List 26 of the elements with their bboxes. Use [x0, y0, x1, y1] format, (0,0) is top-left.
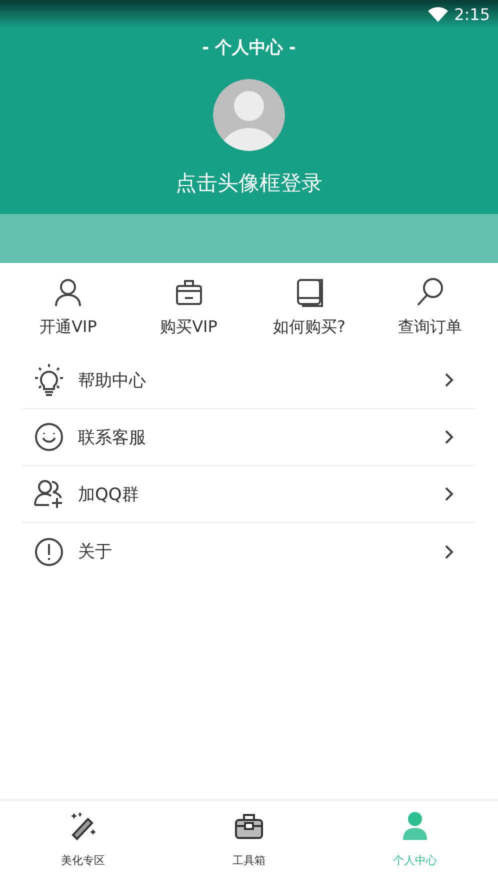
wifi-icon — [428, 6, 448, 22]
book-icon — [294, 277, 324, 307]
chevron-icon — [444, 372, 454, 388]
menu-item[interactable]: 帮助中心 — [22, 352, 476, 409]
nav-tab[interactable]: 工具箱 — [166, 801, 332, 885]
page-title: - 个人中心 - — [202, 37, 296, 59]
menu-item[interactable]: 关于 — [22, 523, 476, 580]
quick-action[interactable]: 开通VIP — [13, 277, 124, 338]
quick-action[interactable]: 购买VIP — [134, 277, 244, 338]
person-icon — [53, 277, 84, 307]
toolbox-icon[interactable] — [234, 811, 264, 841]
quick-action[interactable]: 如何购买? — [254, 277, 364, 338]
nav-tab[interactable]: 美化专区 — [0, 801, 166, 885]
add-group-icon — [34, 479, 64, 509]
chevron-icon — [444, 429, 454, 445]
info-icon — [34, 536, 64, 566]
lightbulb-icon — [34, 364, 64, 396]
search-icon — [414, 277, 445, 307]
chevron-icon — [444, 544, 454, 560]
status-time: 2:15 — [454, 4, 490, 24]
menu-item[interactable]: 联系客服 — [22, 409, 476, 466]
quick-action[interactable]: 查询订单 — [374, 277, 485, 338]
basket-icon — [174, 277, 204, 307]
menu-item[interactable]: 加QQ群 — [22, 466, 476, 523]
smiley-icon — [34, 422, 64, 452]
chevron-icon — [444, 486, 454, 502]
